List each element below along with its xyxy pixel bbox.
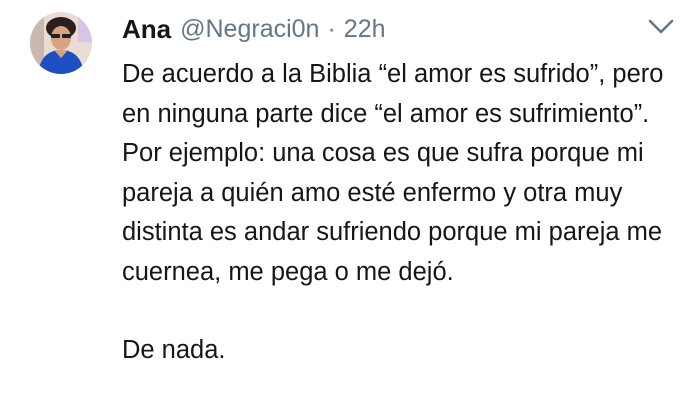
chevron-down-icon <box>648 19 674 34</box>
tweet-text: De acuerdo a la Biblia “el amor es sufri… <box>122 55 687 371</box>
tweet-timestamp[interactable]: 22h <box>344 15 386 44</box>
tweet: Ana @Negraci0n · 22h De acuerdo a la Bib… <box>0 0 700 420</box>
tweet-menu-button[interactable] <box>646 16 676 38</box>
avatar[interactable] <box>30 12 92 74</box>
tweet-header: Ana @Negraci0n · 22h <box>122 12 386 46</box>
author-name[interactable]: Ana <box>122 14 171 45</box>
avatar-image <box>30 12 92 74</box>
tweet-text-main: De acuerdo a la Biblia “el amor es sufri… <box>122 60 664 286</box>
tweet-text-closing: De nada. <box>122 336 226 364</box>
author-handle[interactable]: @Negraci0n <box>180 15 319 44</box>
header-separator: · <box>327 14 336 43</box>
